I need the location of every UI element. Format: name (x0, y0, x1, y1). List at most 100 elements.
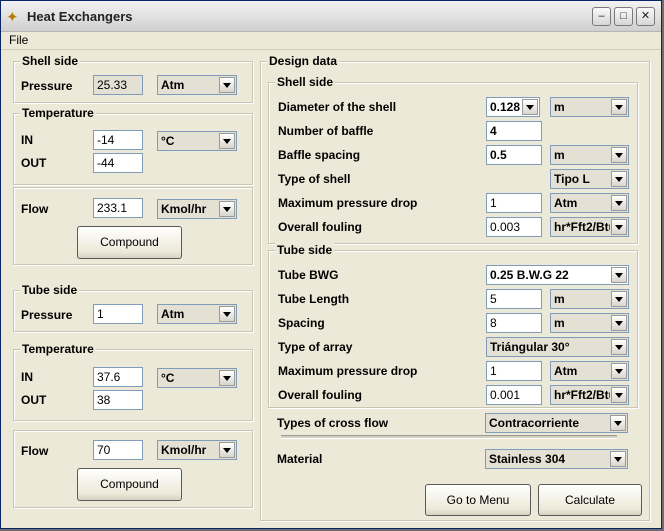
shell-out-field[interactable]: -44 (93, 153, 143, 173)
design-shell-title: Shell side (275, 75, 336, 89)
crossflow-label: Types of cross flow (277, 416, 389, 430)
shell-side-title: Shell side (20, 54, 81, 68)
shell-dp-unit-select[interactable]: Atm (550, 193, 629, 213)
tube-dp-field[interactable]: 1 (486, 361, 542, 381)
tube-fouling-label: Overall fouling (278, 388, 363, 402)
tube-fouling-field[interactable]: 0.001 (486, 385, 542, 405)
main-window: ✦ Heat Exchangers – □ ✕ File Shell side … (0, 0, 662, 529)
shell-compound-button[interactable]: Compound (77, 226, 182, 259)
diameter-select[interactable]: 0.128 (486, 97, 540, 117)
shell-temperature-title: Temperature (20, 106, 96, 120)
shell-flow-field[interactable]: 233.1 (93, 198, 143, 218)
chevron-down-icon[interactable] (611, 171, 627, 187)
tube-dp-unit-select[interactable]: Atm (550, 361, 629, 381)
shell-type-select[interactable]: Tipo L (550, 169, 629, 189)
design-tube-title: Tube side (275, 243, 335, 257)
tube-bwg-label: Tube BWG (278, 268, 339, 282)
chevron-down-icon[interactable] (219, 77, 235, 93)
chevron-down-icon[interactable] (610, 415, 626, 431)
window-title: Heat Exchangers (27, 9, 133, 24)
chevron-down-icon[interactable] (219, 201, 235, 217)
design-tube-group: Tube side Tube BWG 0.25 B.W.G 22 Tube Le… (268, 243, 638, 408)
tube-bwg-select[interactable]: 0.25 B.W.G 22 (486, 265, 629, 285)
calculate-button[interactable]: Calculate (538, 484, 642, 516)
array-type-select[interactable]: Triángular 30° (486, 337, 629, 357)
tube-fouling-unit-select[interactable]: hr*Fft2/Btu (550, 385, 629, 405)
shell-fouling-field[interactable]: 0.003 (486, 217, 542, 237)
tube-length-label: Tube Length (278, 292, 350, 306)
go-to-menu-button[interactable]: Go to Menu (425, 484, 531, 516)
shell-out-label: OUT (21, 156, 47, 170)
material-select[interactable]: Stainless 304 (485, 449, 628, 469)
shell-pressure-unit-select[interactable]: Atm (157, 75, 237, 95)
tube-temperature-group: Temperature IN 37.6 °C OUT 38 (13, 342, 253, 421)
chevron-down-icon[interactable] (611, 195, 627, 211)
tube-flow-label: Flow (21, 444, 49, 458)
shell-flow-unit-select[interactable]: Kmol/hr (157, 199, 237, 219)
chevron-down-icon[interactable] (611, 219, 627, 235)
chevron-down-icon[interactable] (611, 363, 627, 379)
menu-file[interactable]: File (9, 33, 28, 47)
tube-side-title: Tube side (20, 283, 80, 297)
chevron-down-icon[interactable] (611, 339, 627, 355)
tube-length-unit-select[interactable]: m (550, 289, 629, 309)
minimize-icon: – (598, 10, 605, 22)
tube-spacing-unit-select[interactable]: m (550, 313, 629, 333)
tube-length-field[interactable]: 5 (486, 289, 542, 309)
tube-flow-field[interactable]: 70 (93, 440, 143, 460)
chevron-down-icon[interactable] (611, 99, 627, 115)
tube-flow-group: Flow 70 Kmol/hr Compound (13, 430, 253, 508)
chevron-down-icon[interactable] (219, 370, 235, 386)
design-data-title: Design data (267, 54, 340, 68)
tube-compound-button[interactable]: Compound (77, 468, 182, 501)
tube-pressure-field[interactable]: 1 (93, 304, 143, 324)
close-button[interactable]: ✕ (636, 7, 655, 26)
tube-in-field[interactable]: 37.6 (93, 367, 143, 387)
chevron-down-icon[interactable] (611, 387, 627, 403)
design-data-group: Design data Shell side Diameter of the s… (260, 54, 650, 521)
shell-in-field[interactable]: -14 (93, 130, 143, 150)
tube-temp-unit-select[interactable]: °C (157, 368, 237, 388)
chevron-down-icon[interactable] (611, 315, 627, 331)
tube-dp-label: Maximum pressure drop (278, 364, 418, 378)
tube-pressure-label: Pressure (21, 308, 73, 322)
diameter-label: Diameter of the shell (278, 100, 397, 114)
array-type-label: Type of array (278, 340, 353, 354)
chevron-down-icon[interactable] (219, 133, 235, 149)
tube-pressure-unit-select[interactable]: Atm (157, 304, 237, 324)
shell-fouling-label: Overall fouling (278, 220, 363, 234)
tube-out-field[interactable]: 38 (93, 390, 143, 410)
title-bar: ✦ Heat Exchangers – □ ✕ (1, 1, 661, 32)
shell-type-label: Type of shell (278, 172, 351, 186)
material-label: Material (277, 452, 323, 466)
shell-dp-field[interactable]: 1 (486, 193, 542, 213)
baffle-spacing-unit-select[interactable]: m (550, 145, 629, 165)
chevron-down-icon[interactable] (611, 291, 627, 307)
shell-flow-group: Flow 233.1 Kmol/hr Compound (13, 187, 253, 265)
shell-pressure-field[interactable]: 25.33 (93, 75, 143, 95)
shell-temperature-group: Temperature IN -14 °C OUT -44 (13, 106, 253, 185)
chevron-down-icon[interactable] (611, 147, 627, 163)
chevron-down-icon[interactable] (219, 442, 235, 458)
shell-dp-label: Maximum pressure drop (278, 196, 418, 210)
design-shell-group: Shell side Diameter of the shell 0.128 m… (268, 75, 638, 244)
chevron-down-icon[interactable] (610, 451, 626, 467)
diameter-unit-select[interactable]: m (550, 97, 629, 117)
tube-spacing-field[interactable]: 8 (486, 313, 542, 333)
chevron-down-icon[interactable] (522, 99, 538, 115)
shell-in-label: IN (21, 133, 33, 147)
tube-out-label: OUT (21, 393, 47, 407)
maximize-button[interactable]: □ (614, 7, 633, 26)
shell-temp-unit-select[interactable]: °C (157, 131, 237, 151)
chevron-down-icon[interactable] (219, 306, 235, 322)
close-icon: ✕ (640, 10, 651, 22)
shell-pressure-label: Pressure (21, 79, 73, 93)
shell-fouling-unit-select[interactable]: hr*Fft2/Btu (550, 217, 629, 237)
chevron-down-icon[interactable] (611, 267, 627, 283)
tube-flow-unit-select[interactable]: Kmol/hr (157, 440, 237, 460)
maximize-icon: □ (620, 10, 627, 22)
crossflow-select[interactable]: Contracorriente (485, 413, 628, 433)
baffles-field[interactable]: 4 (486, 121, 542, 141)
minimize-button[interactable]: – (592, 7, 611, 26)
baffle-spacing-field[interactable]: 0.5 (486, 145, 542, 165)
